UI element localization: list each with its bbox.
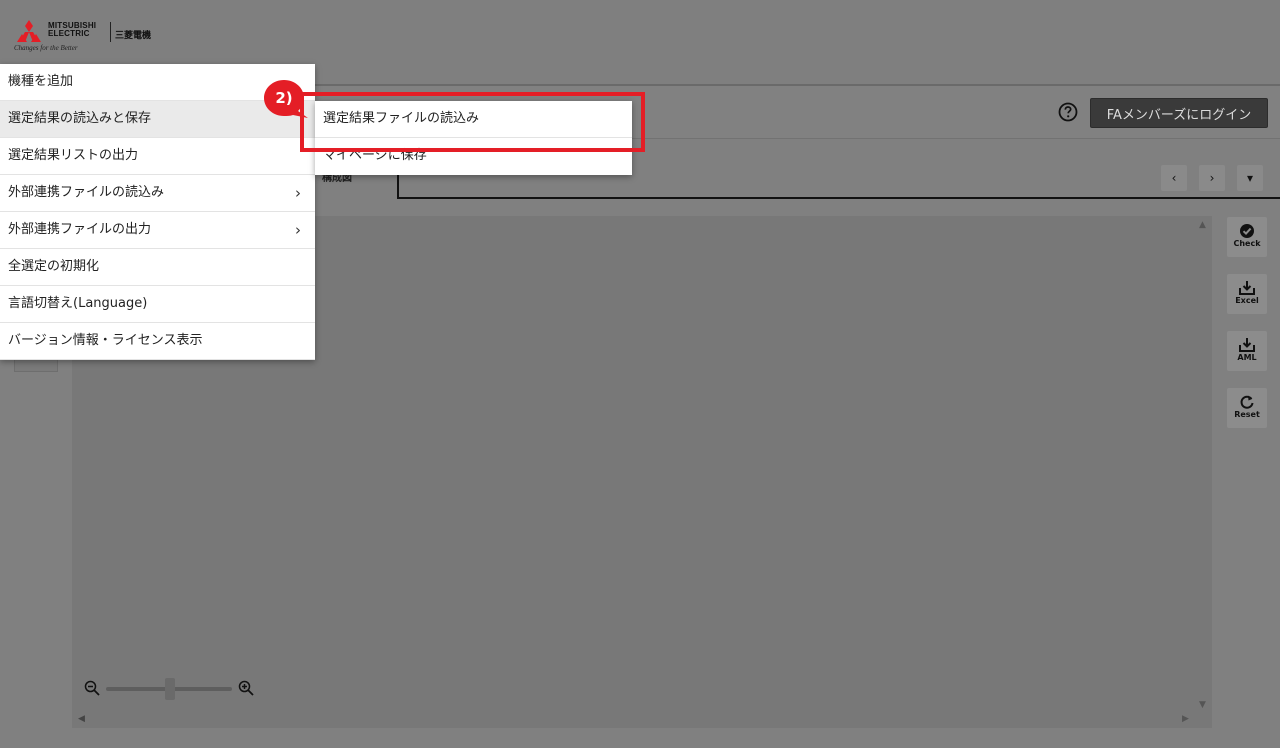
menu-item-label: 機種を追加 — [8, 74, 74, 89]
submenu-item-save-to-mypage[interactable]: マイページに保存 — [315, 138, 632, 175]
tab-underline — [397, 197, 1280, 199]
logo-tagline: Changes for the Better — [14, 44, 78, 52]
reset-tool-label: Reset — [1234, 410, 1260, 419]
menu-item-export-results-list[interactable]: 選定結果リストの出力 — [0, 138, 315, 175]
scroll-down-arrow[interactable]: ▼ — [1199, 700, 1206, 710]
step-badge: 2) — [262, 78, 312, 120]
check-circle-icon — [1240, 224, 1254, 238]
excel-tool-label: Excel — [1235, 296, 1259, 305]
check-tool-button[interactable]: Check — [1227, 217, 1267, 257]
menu-item-label: バージョン情報・ライセンス表示 — [8, 333, 203, 348]
download-icon — [1239, 338, 1255, 352]
aml-export-button[interactable]: AML — [1227, 331, 1267, 371]
step-number: 2) — [275, 89, 293, 107]
menu-item-label: 選定結果リストの出力 — [8, 148, 139, 163]
load-save-submenu: 選定結果ファイルの読込み マイページに保存 — [315, 101, 632, 175]
refresh-icon — [1240, 395, 1254, 409]
question-circle-icon[interactable] — [1058, 102, 1078, 122]
reset-tool-button[interactable]: Reset — [1227, 388, 1267, 428]
submenu-item-label: マイページに保存 — [323, 148, 427, 163]
logo-brand-text: MITSUBISHI ELECTRIC — [48, 21, 97, 38]
menu-item-label: 外部連携ファイルの読込み — [8, 185, 165, 200]
chevron-right-icon: › — [295, 221, 301, 239]
three-diamonds-logo-icon — [17, 20, 41, 42]
check-tool-label: Check — [1233, 239, 1261, 248]
fa-members-login-button[interactable]: FAメンバーズにログイン — [1090, 98, 1268, 128]
logo-separator — [110, 22, 111, 42]
tab-list-dropdown-button[interactable]: ▾ — [1237, 165, 1263, 191]
menu-item-version-license[interactable]: バージョン情報・ライセンス表示 — [0, 323, 315, 360]
excel-export-button[interactable]: Excel — [1227, 274, 1267, 314]
next-tab-button[interactable]: › — [1199, 165, 1225, 191]
prev-tab-button[interactable]: ‹ — [1161, 165, 1187, 191]
chevron-right-icon: › — [295, 184, 301, 202]
menu-item-label: 全選定の初期化 — [8, 259, 100, 274]
submenu-item-label: 選定結果ファイルの読込み — [323, 111, 480, 126]
download-icon — [1239, 281, 1255, 295]
zoom-in-icon[interactable] — [238, 680, 254, 696]
logo-japanese-text: 三菱電機 — [115, 31, 152, 41]
scroll-left-arrow[interactable]: ◀ — [78, 714, 85, 724]
aml-tool-label: AML — [1237, 353, 1257, 362]
scroll-right-arrow[interactable]: ▶ — [1182, 714, 1189, 724]
menu-item-reset-all-selections[interactable]: 全選定の初期化 — [0, 249, 315, 286]
menu-item-language[interactable]: 言語切替え(Language) — [0, 286, 315, 323]
zoom-out-icon[interactable] — [84, 680, 100, 696]
zoom-slider-thumb[interactable] — [165, 678, 175, 700]
scroll-up-arrow[interactable]: ▲ — [1199, 220, 1206, 230]
menu-item-import-external-file[interactable]: 外部連携ファイルの読込み › — [0, 175, 315, 212]
menu-item-label: 選定結果の読込みと保存 — [8, 111, 152, 126]
mitsubishi-logo[interactable]: MITSUBISHI ELECTRIC 三菱電機 Changes for the… — [14, 20, 184, 60]
menu-item-export-external-file[interactable]: 外部連携ファイルの出力 › — [0, 212, 315, 249]
menu-item-label: 外部連携ファイルの出力 — [8, 222, 152, 237]
submenu-item-load-results-file[interactable]: 選定結果ファイルの読込み — [315, 101, 632, 138]
menu-item-label: 言語切替え(Language) — [8, 296, 148, 311]
